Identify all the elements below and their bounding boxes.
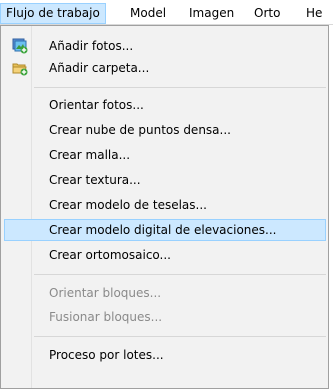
menu-model[interactable]: Model [124, 3, 172, 24]
menu-separator [34, 87, 326, 88]
add-folder-icon [12, 60, 28, 76]
menu-item-build-dem[interactable]: Crear modelo digital de elevaciones... [4, 219, 326, 241]
menu-help[interactable]: He [300, 3, 328, 24]
menu-orto[interactable]: Orto [248, 3, 286, 24]
menu-item-label: Crear modelo digital de elevaciones... [49, 223, 277, 237]
menu-item-align-photos[interactable]: Orientar fotos... [4, 94, 326, 116]
menu-item-build-orthomosaic[interactable]: Crear ortomosaico... [4, 244, 326, 266]
menu-item-build-mesh[interactable]: Crear malla... [4, 144, 326, 166]
menu-label: He [306, 6, 323, 20]
menu-item-label: Orientar bloques... [49, 286, 162, 300]
menu-item-build-texture[interactable]: Crear textura... [4, 169, 326, 191]
menu-separator [34, 274, 326, 275]
workflow-dropdown-menu: Añadir fotos... Añadir carpeta... Orient… [0, 25, 329, 389]
menu-item-merge-chunks: Fusionar bloques... [4, 306, 326, 328]
menu-item-build-dense-cloud[interactable]: Crear nube de puntos densa... [4, 119, 326, 141]
menu-item-label: Crear textura... [49, 173, 141, 187]
menu-label: Flujo de trabajo [6, 6, 100, 20]
menu-item-label: Añadir fotos... [49, 39, 134, 53]
menu-item-add-folder[interactable]: Añadir carpeta... [4, 57, 326, 79]
menu-item-label: Orientar fotos... [49, 98, 144, 112]
menu-item-label: Crear ortomosaico... [49, 248, 171, 262]
menu-label: Model [130, 6, 167, 20]
menu-item-label: Añadir carpeta... [49, 61, 150, 75]
menu-separator [34, 336, 326, 337]
menu-item-add-photos[interactable]: Añadir fotos... [4, 35, 326, 57]
menu-imagen[interactable]: Imagen [183, 3, 240, 24]
menu-bar: Flujo de trabajo Model Imagen Orto He [0, 0, 333, 25]
menu-label: Orto [254, 6, 281, 20]
menu-flujo-de-trabajo[interactable]: Flujo de trabajo [0, 3, 106, 24]
menu-item-label: Proceso por lotes... [49, 348, 164, 362]
menu-item-label: Crear modelo de teselas... [49, 198, 207, 212]
menu-item-label: Crear malla... [49, 148, 131, 162]
menu-item-batch-process[interactable]: Proceso por lotes... [4, 344, 326, 366]
menu-item-label: Crear nube de puntos densa... [49, 123, 231, 137]
menu-item-align-chunks: Orientar bloques... [4, 282, 326, 304]
menu-item-label: Fusionar bloques... [49, 310, 163, 324]
menu-item-build-tiled-model[interactable]: Crear modelo de teselas... [4, 194, 326, 216]
add-photos-icon [12, 38, 28, 54]
menu-label: Imagen [189, 6, 235, 20]
